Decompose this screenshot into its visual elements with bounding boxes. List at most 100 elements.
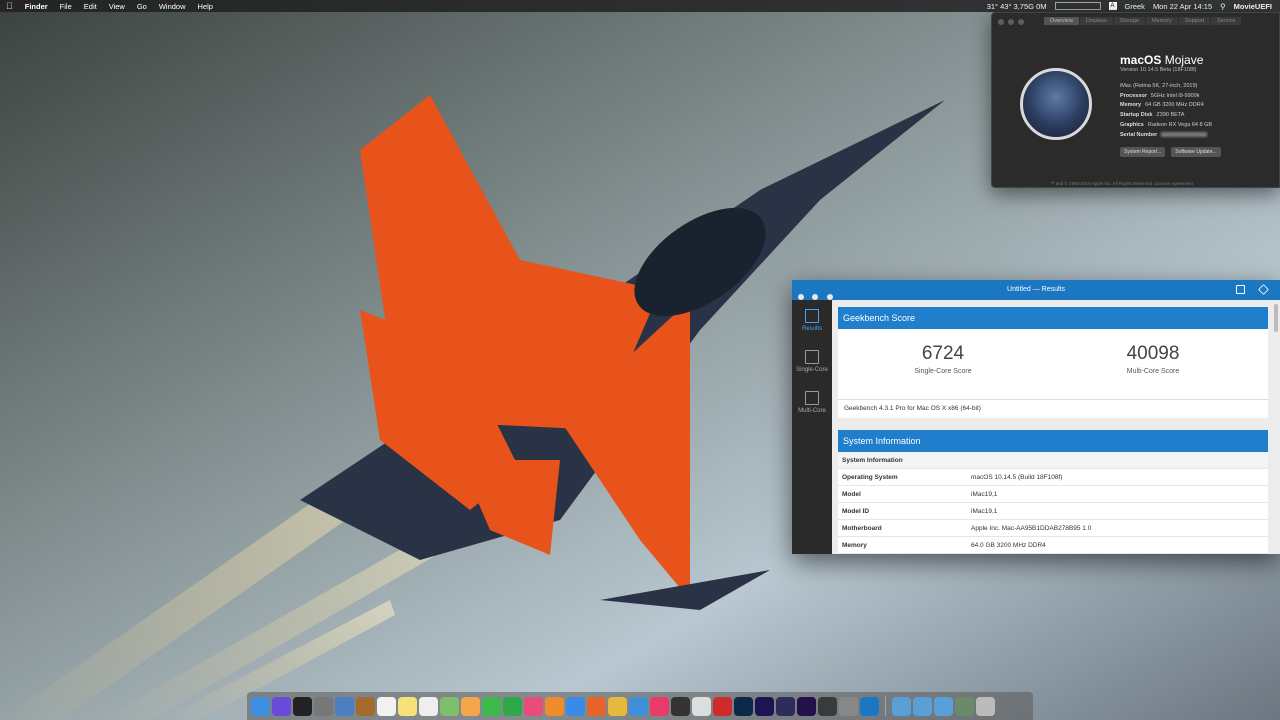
menu-file[interactable]: File — [60, 2, 72, 11]
tweetbot-icon[interactable] — [650, 696, 669, 716]
system-information-header: System Information — [838, 430, 1268, 452]
ibooks-icon[interactable] — [545, 696, 564, 716]
software-update-button[interactable]: Software Update... — [1171, 147, 1221, 157]
user-menu[interactable]: MovieUEFI — [1234, 2, 1272, 11]
menu-window[interactable]: Window — [159, 2, 186, 11]
apps-folder-icon[interactable] — [892, 696, 911, 716]
safari-icon[interactable] — [629, 696, 648, 716]
spec-value: 64 GB 3200 MHz DDR4 — [1145, 102, 1204, 109]
menu-help[interactable]: Help — [198, 2, 213, 11]
notes-book-icon[interactable] — [356, 696, 375, 716]
row-key: Model — [842, 490, 861, 498]
spec-processor: Processor 5GHz Intel i9-9900k — [1120, 92, 1212, 102]
messages-icon[interactable] — [482, 696, 501, 716]
tab-support[interactable]: Support — [1178, 17, 1212, 25]
about-tabs: Overview Displays Storage Memory Support… — [1044, 17, 1243, 25]
spec-model: iMac (Retina 5K, 27-inch, 2019) — [1120, 82, 1212, 92]
spotlight-icon[interactable]: ⚲ — [1220, 2, 1226, 11]
sidebar-label: Single-Core — [796, 367, 828, 373]
sidebar-item-single-core[interactable]: Single-Core — [792, 350, 832, 373]
single-core-label: Single-Core Score — [914, 368, 972, 375]
menu-edit[interactable]: Edit — [84, 2, 97, 11]
finder-icon[interactable] — [251, 696, 270, 716]
menu-clock[interactable]: Mon 22 Apr 14:15 — [1153, 2, 1212, 11]
zoom-button[interactable] — [1018, 19, 1024, 25]
launchpad-icon[interactable] — [314, 696, 333, 716]
row-value: iMac19,1 — [971, 507, 998, 515]
itunes-icon[interactable] — [524, 696, 543, 716]
content-scrollbar[interactable] — [1274, 304, 1278, 332]
stack-icon[interactable] — [955, 696, 974, 716]
calendar-icon[interactable] — [377, 696, 396, 716]
row-value: Apple Inc. Mac-AA95B1DDAB278B95 1.0 — [971, 524, 1092, 532]
dock — [247, 692, 1033, 720]
chrome-icon[interactable] — [608, 696, 627, 716]
motion-icon[interactable] — [776, 696, 795, 716]
premiere-icon[interactable] — [797, 696, 816, 716]
spec-value: Radeon RX Vega 64 8 GB — [1147, 121, 1213, 128]
close-button[interactable] — [998, 19, 1004, 25]
menu-go[interactable]: Go — [137, 2, 147, 11]
menu-view[interactable]: View — [109, 2, 125, 11]
row-key: Motherboard — [842, 524, 882, 532]
tab-displays[interactable]: Displays — [1079, 17, 1114, 25]
results-content[interactable]: Geekbench Score 6724 Single-Core Score 4… — [832, 300, 1280, 554]
subheader-label: System Information — [842, 456, 903, 464]
menu-app-name[interactable]: Finder — [25, 2, 48, 11]
photoshop-icon[interactable] — [734, 696, 753, 716]
notes-icon[interactable] — [398, 696, 417, 716]
siri-icon[interactable] — [272, 696, 291, 716]
window-title: Untitled — Results — [1007, 286, 1065, 293]
downloads-icon[interactable] — [913, 696, 932, 716]
dashboard-icon[interactable] — [293, 696, 312, 716]
about-this-mac-window: Overview Displays Storage Memory Support… — [991, 12, 1280, 188]
legal-text: ™ and © 1983-2019 Apple Inc. All Rights … — [1050, 181, 1194, 186]
table-row: Motherboard Apple Inc. Mac-AA95B1DDAB278B… — [838, 520, 1268, 537]
row-key: Memory — [842, 541, 867, 549]
table-row: Operating System macOS 10.14.5 (Build 18F… — [838, 469, 1268, 486]
trash-icon[interactable] — [976, 696, 995, 716]
photos-icon[interactable] — [461, 696, 480, 716]
single-core-icon — [805, 350, 819, 364]
aftereffects-icon[interactable] — [755, 696, 774, 716]
status-menus: 31° 43° 3,75G 0M Α Greek Mon 22 Apr 14:1… — [987, 0, 1272, 12]
opera-icon[interactable] — [713, 696, 732, 716]
compressor-icon[interactable] — [692, 696, 711, 716]
reminders-icon[interactable] — [419, 696, 438, 716]
spec-value: iMac (Retina 5K, 27-inch, 2019) — [1120, 83, 1198, 89]
tab-memory[interactable]: Memory — [1145, 17, 1179, 25]
appstore-icon[interactable] — [566, 696, 585, 716]
dock-separator — [885, 696, 886, 716]
menu-bar:  Finder File Edit View Go Window Help 3… — [0, 0, 1280, 12]
maps-icon[interactable] — [440, 696, 459, 716]
preview-icon[interactable] — [335, 696, 354, 716]
spec-startup-disk: Startup Disk Z390 BETA — [1120, 111, 1212, 121]
table-row: Model iMac19,1 — [838, 486, 1268, 503]
score-panel: 6724 Single-Core Score 40098 Multi-Core … — [838, 329, 1268, 399]
firefox-icon[interactable] — [587, 696, 606, 716]
minimize-button[interactable] — [1008, 19, 1014, 25]
geekbench-icon[interactable] — [860, 696, 879, 716]
system-info-table: System Information Operating System macOS… — [838, 452, 1268, 554]
fcp-icon[interactable] — [818, 696, 837, 716]
about-titlebar: Overview Displays Storage Memory Support… — [992, 13, 1279, 31]
export-icon[interactable] — [1236, 285, 1245, 294]
system-report-button[interactable]: System Report... — [1120, 147, 1166, 157]
input-source-label[interactable]: Greek — [1125, 2, 1145, 11]
tab-storage[interactable]: Storage — [1113, 17, 1146, 25]
cpu-temp-status[interactable]: 31° 43° 3,75G 0M — [987, 2, 1047, 11]
sysprefs-icon[interactable] — [839, 696, 858, 716]
davinci-icon[interactable] — [671, 696, 690, 716]
apple-menu-icon[interactable]:  — [6, 1, 13, 11]
tab-service[interactable]: Service — [1211, 17, 1243, 25]
docs-folder-icon[interactable] — [934, 696, 953, 716]
activity-graph[interactable] — [1054, 2, 1101, 10]
multi-core-icon — [805, 391, 819, 405]
tab-overview[interactable]: Overview — [1044, 17, 1080, 25]
facetime-icon[interactable] — [503, 696, 522, 716]
spec-key: Processor — [1120, 92, 1147, 99]
sidebar-item-multi-core[interactable]: Multi-Core — [792, 391, 832, 414]
geekbench-score-header: Geekbench Score — [838, 307, 1268, 329]
input-source-icon[interactable]: Α — [1108, 2, 1117, 10]
sidebar-item-results[interactable]: Results — [792, 309, 832, 332]
